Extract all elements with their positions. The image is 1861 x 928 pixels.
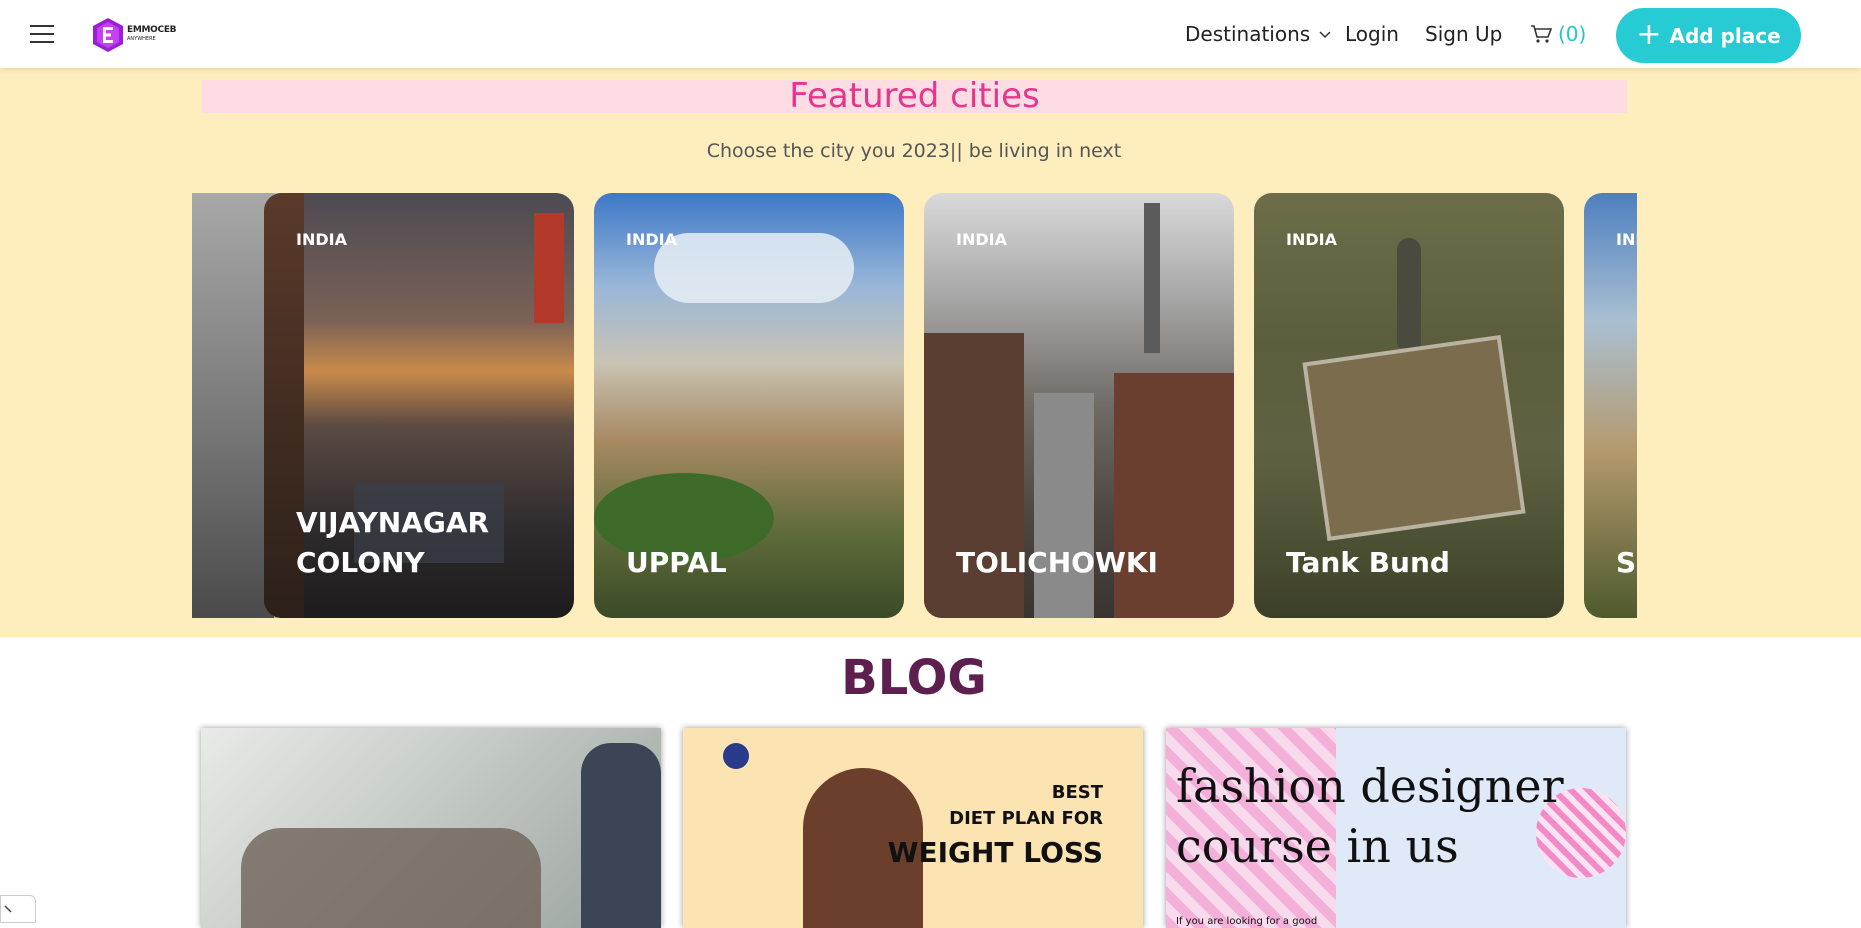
city-card-partial[interactable]: INDIA SECUNDERABAD	[1584, 193, 1637, 618]
city-country: INDIA	[626, 230, 677, 249]
city-name: TOLICHOWKI	[956, 546, 1158, 579]
blog-photo-person	[581, 743, 661, 928]
blog-diet-line2: DIET PLAN FOR	[949, 808, 1103, 829]
chevron-down-icon	[1319, 31, 1331, 39]
cart-button[interactable]: (0)	[1530, 22, 1586, 46]
city-photo-sign	[534, 213, 564, 323]
blog-fashion-snippet: If you are looking for a good	[1176, 916, 1318, 927]
city-photo-clouds	[654, 233, 854, 303]
logo-tagline: ANYWHERE	[127, 36, 156, 42]
city-card[interactable]: INDIA Tank Bund	[1254, 193, 1564, 618]
blog-photo-people	[241, 828, 541, 928]
blog-fashion-title: fashion designer course in us	[1176, 759, 1564, 873]
site-logo[interactable]: EMMOCEB ANYWHERE	[92, 17, 177, 53]
city-country: INDIA	[1286, 230, 1337, 249]
city-country: INDIA	[1616, 230, 1637, 249]
blog-post-card[interactable]: fashion designer course in us If you are…	[1166, 728, 1626, 928]
plus-icon: +	[1636, 16, 1662, 52]
city-photo-street	[1034, 393, 1094, 618]
blueberry-icon	[723, 743, 749, 769]
city-country: INDIA	[296, 230, 347, 249]
nav-destinations-label: Destinations	[1185, 22, 1311, 46]
cart-count: (0)	[1558, 22, 1587, 46]
blog-diet-line1: BEST	[1051, 782, 1103, 803]
featured-subtitle: Choose the city you 2023|| be living in …	[706, 140, 1122, 162]
logo-wordmark: EMMOCEB	[127, 25, 177, 35]
add-place-button[interactable]: + Add place	[1616, 8, 1801, 63]
city-card[interactable]: INDIA VIJAYNAGAR COLONY	[264, 193, 574, 618]
city-name: Tank Bund	[1286, 546, 1450, 579]
city-carousel[interactable]: INDIA VIJAYNAGAR COLONY INDIA UPPAL INDI…	[192, 193, 1637, 618]
site-header: EMMOCEB ANYWHERE Destinations Login Sign…	[0, 0, 1861, 68]
city-country: INDIA	[956, 230, 1007, 249]
collapse-widget[interactable]	[0, 895, 36, 923]
chevron-icon	[4, 905, 12, 913]
add-place-label: Add place	[1669, 23, 1781, 48]
city-photo-platform	[1302, 334, 1526, 542]
city-name: SECUNDERABAD	[1616, 546, 1637, 579]
nav-login[interactable]: Login	[1345, 22, 1399, 46]
city-card[interactable]: INDIA UPPAL	[594, 193, 904, 618]
logo-hexagon-icon	[93, 18, 123, 52]
city-card[interactable]: INDIA TOLICHOWKI	[924, 193, 1234, 618]
blog-title: BLOG	[841, 650, 987, 706]
city-name: VIJAYNAGAR COLONY	[296, 506, 490, 579]
city-photo-statue	[1397, 238, 1421, 348]
blog-post-card[interactable]	[201, 728, 661, 928]
cart-icon	[1531, 25, 1552, 43]
featured-title: Featured cities	[789, 76, 1040, 116]
blog-diet-line3: WEIGHT LOSS	[887, 836, 1103, 869]
blog-diet-headline: BEST DIET PLAN FOR WEIGHT LOSS	[887, 780, 1103, 869]
blog-post-card[interactable]: BEST DIET PLAN FOR WEIGHT LOSS	[683, 728, 1143, 928]
menu-icon[interactable]	[30, 25, 54, 43]
featured-cities-section: Featured cities Choose the city you 2023…	[0, 68, 1861, 637]
city-name: UPPAL	[626, 546, 727, 579]
featured-title-bar: Featured cities	[202, 76, 1627, 116]
nav-destinations[interactable]: Destinations	[1185, 22, 1332, 46]
nav-signup[interactable]: Sign Up	[1425, 22, 1502, 46]
city-photo-tower	[1144, 203, 1160, 353]
